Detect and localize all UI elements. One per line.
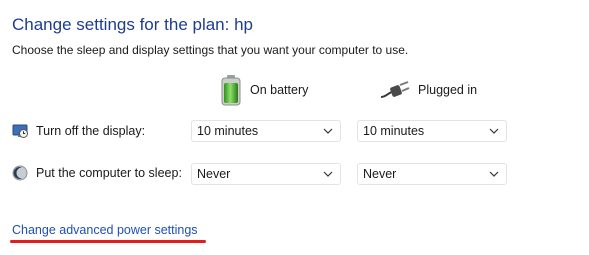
- column-label-plugged: Plugged in: [418, 83, 478, 97]
- sleep-battery-select[interactable]: Never: [191, 163, 341, 185]
- display-battery-select[interactable]: 10 minutes: [191, 120, 341, 142]
- annotation-underline: [10, 240, 206, 243]
- display-battery-value: 10 minutes: [197, 124, 259, 138]
- chevron-down-icon: [489, 128, 499, 134]
- chevron-down-icon: [489, 171, 499, 177]
- sleep-moon-icon: [12, 165, 28, 181]
- sleep-plugged-select[interactable]: Never: [357, 163, 507, 185]
- page-title: Change settings for the plan: hp: [12, 15, 253, 34]
- column-header-plugged: Plugged in: [380, 74, 477, 106]
- chevron-down-icon: [323, 128, 333, 134]
- power-plug-icon: [380, 81, 410, 98]
- row-label-display: Turn off the display:: [12, 120, 145, 142]
- battery-icon: [221, 75, 241, 106]
- sleep-plugged-value: Never: [363, 167, 397, 181]
- advanced-power-settings-link[interactable]: Change advanced power settings: [12, 223, 198, 237]
- column-label-battery: On battery: [250, 83, 309, 97]
- display-timer-icon: [12, 124, 28, 138]
- page-subtitle: Choose the sleep and display settings th…: [12, 43, 409, 57]
- column-header-battery: On battery: [220, 74, 308, 106]
- display-plugged-value: 10 minutes: [363, 124, 425, 138]
- chevron-down-icon: [323, 171, 333, 177]
- row-label-sleep-text: Put the computer to sleep:: [36, 166, 182, 180]
- row-label-sleep: Put the computer to sleep:: [12, 162, 182, 184]
- sleep-battery-value: Never: [197, 167, 231, 181]
- row-label-display-text: Turn off the display:: [36, 124, 146, 138]
- display-plugged-select[interactable]: 10 minutes: [357, 120, 507, 142]
